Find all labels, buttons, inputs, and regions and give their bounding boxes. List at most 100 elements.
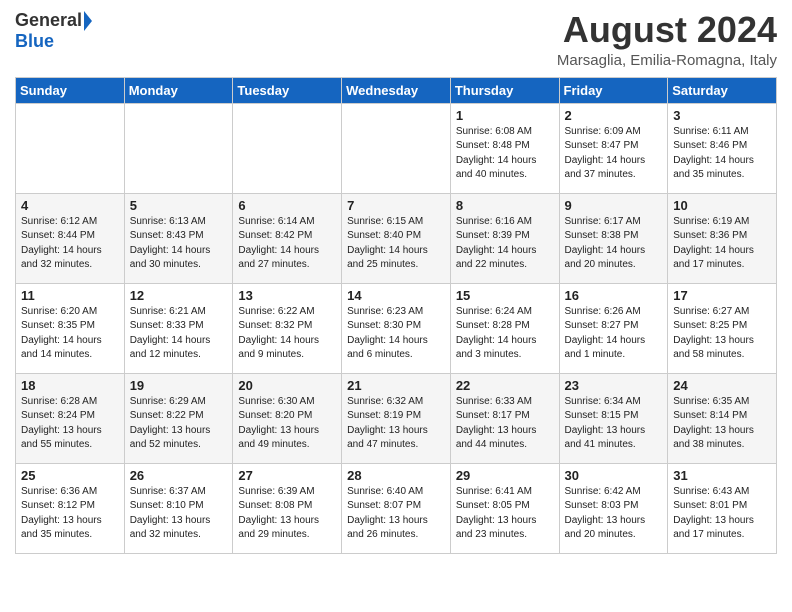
day-number: 14 — [347, 288, 445, 303]
day-info: Sunrise: 6:30 AM Sunset: 8:20 PM Dayligh… — [238, 395, 336, 453]
calendar-cell: 26 Sunrise: 6:37 AM Sunset: 8:10 PM Dayli… — [124, 463, 233, 553]
day-number: 2 — [565, 108, 663, 123]
logo-blue-text: Blue — [15, 31, 54, 52]
day-number: 15 — [456, 288, 554, 303]
calendar-cell: 2 Sunrise: 6:09 AM Sunset: 8:47 PM Daylig… — [559, 103, 668, 193]
day-number: 7 — [347, 198, 445, 213]
calendar-cell: 11 Sunrise: 6:20 AM Sunset: 8:35 PM Dayli… — [16, 283, 125, 373]
day-info: Sunrise: 6:41 AM Sunset: 8:05 PM Dayligh… — [456, 485, 554, 543]
day-info: Sunrise: 6:32 AM Sunset: 8:19 PM Dayligh… — [347, 395, 445, 453]
weekday-header-thursday: Thursday — [450, 77, 559, 103]
day-info: Sunrise: 6:11 AM Sunset: 8:46 PM Dayligh… — [673, 125, 771, 183]
day-number: 11 — [21, 288, 119, 303]
calendar-cell — [16, 103, 125, 193]
day-info: Sunrise: 6:36 AM Sunset: 8:12 PM Dayligh… — [21, 485, 119, 543]
day-info: Sunrise: 6:08 AM Sunset: 8:48 PM Dayligh… — [456, 125, 554, 183]
calendar-cell: 17Sunrise: 6:27 AM Sunset: 8:25 PM Dayli… — [668, 283, 777, 373]
calendar-cell: 8 Sunrise: 6:16 AM Sunset: 8:39 PM Daylig… — [450, 193, 559, 283]
day-info: Sunrise: 6:17 AM Sunset: 8:38 PM Dayligh… — [565, 215, 663, 273]
weekday-header-friday: Friday — [559, 77, 668, 103]
day-info: Sunrise: 6:29 AM Sunset: 8:22 PM Dayligh… — [130, 395, 228, 453]
calendar-cell: 31Sunrise: 6:43 AM Sunset: 8:01 PM Dayli… — [668, 463, 777, 553]
day-info: Sunrise: 6:37 AM Sunset: 8:10 PM Dayligh… — [130, 485, 228, 543]
day-number: 31 — [673, 468, 771, 483]
day-info: Sunrise: 6:39 AM Sunset: 8:08 PM Dayligh… — [238, 485, 336, 543]
day-number: 20 — [238, 378, 336, 393]
day-info: Sunrise: 6:12 AM Sunset: 8:44 PM Dayligh… — [21, 215, 119, 273]
day-number: 6 — [238, 198, 336, 213]
day-info: Sunrise: 6:13 AM Sunset: 8:43 PM Dayligh… — [130, 215, 228, 273]
calendar-cell: 3 Sunrise: 6:11 AM Sunset: 8:46 PM Daylig… — [668, 103, 777, 193]
calendar-cell — [233, 103, 342, 193]
calendar-cell: 6 Sunrise: 6:14 AM Sunset: 8:42 PM Daylig… — [233, 193, 342, 283]
day-info: Sunrise: 6:16 AM Sunset: 8:39 PM Dayligh… — [456, 215, 554, 273]
calendar-cell: 16 Sunrise: 6:26 AM Sunset: 8:27 PM Dayli… — [559, 283, 668, 373]
header: General Blue August 2024 Marsaglia, Emil… — [15, 10, 777, 69]
title-section: August 2024 Marsaglia, Emilia-Romagna, I… — [557, 10, 777, 69]
calendar-cell: 21Sunrise: 6:32 AM Sunset: 8:19 PM Dayli… — [342, 373, 451, 463]
day-number: 9 — [565, 198, 663, 213]
day-number: 28 — [347, 468, 445, 483]
day-number: 19 — [130, 378, 228, 393]
day-number: 1 — [456, 108, 554, 123]
calendar-cell: 24 Sunrise: 6:35 AM Sunset: 8:14 PM Dayli… — [668, 373, 777, 463]
calendar-cell: 29 Sunrise: 6:41 AM Sunset: 8:05 PM Dayli… — [450, 463, 559, 553]
month-title: August 2024 — [557, 10, 777, 50]
day-number: 24 — [673, 378, 771, 393]
day-info: Sunrise: 6:26 AM Sunset: 8:27 PM Dayligh… — [565, 305, 663, 363]
day-number: 23 — [565, 378, 663, 393]
location-title: Marsaglia, Emilia-Romagna, Italy — [557, 52, 777, 69]
calendar-cell: 15 Sunrise: 6:24 AM Sunset: 8:28 PM Dayli… — [450, 283, 559, 373]
day-info: Sunrise: 6:40 AM Sunset: 8:07 PM Dayligh… — [347, 485, 445, 543]
calendar-cell: 7 Sunrise: 6:15 AM Sunset: 8:40 PM Daylig… — [342, 193, 451, 283]
calendar-week-1: 1 Sunrise: 6:08 AM Sunset: 8:48 PM Daylig… — [16, 103, 777, 193]
calendar-cell: 1 Sunrise: 6:08 AM Sunset: 8:48 PM Daylig… — [450, 103, 559, 193]
calendar-cell: 9 Sunrise: 6:17 AM Sunset: 8:38 PM Daylig… — [559, 193, 668, 283]
day-info: Sunrise: 6:21 AM Sunset: 8:33 PM Dayligh… — [130, 305, 228, 363]
day-number: 25 — [21, 468, 119, 483]
day-number: 12 — [130, 288, 228, 303]
day-number: 17 — [673, 288, 771, 303]
calendar-week-3: 11 Sunrise: 6:20 AM Sunset: 8:35 PM Dayli… — [16, 283, 777, 373]
calendar-cell — [124, 103, 233, 193]
calendar-cell — [342, 103, 451, 193]
calendar-cell: 13Sunrise: 6:22 AM Sunset: 8:32 PM Dayli… — [233, 283, 342, 373]
weekday-header-monday: Monday — [124, 77, 233, 103]
calendar-cell: 5Sunrise: 6:13 AM Sunset: 8:43 PM Daylig… — [124, 193, 233, 283]
calendar-cell: 20 Sunrise: 6:30 AM Sunset: 8:20 PM Dayli… — [233, 373, 342, 463]
calendar-cell: 28 Sunrise: 6:40 AM Sunset: 8:07 PM Dayli… — [342, 463, 451, 553]
day-number: 22 — [456, 378, 554, 393]
weekday-header-wednesday: Wednesday — [342, 77, 451, 103]
calendar-cell: 10Sunrise: 6:19 AM Sunset: 8:36 PM Dayli… — [668, 193, 777, 283]
day-number: 27 — [238, 468, 336, 483]
weekday-header-sunday: Sunday — [16, 77, 125, 103]
day-info: Sunrise: 6:24 AM Sunset: 8:28 PM Dayligh… — [456, 305, 554, 363]
day-info: Sunrise: 6:35 AM Sunset: 8:14 PM Dayligh… — [673, 395, 771, 453]
day-info: Sunrise: 6:15 AM Sunset: 8:40 PM Dayligh… — [347, 215, 445, 273]
calendar-cell: 22 Sunrise: 6:33 AM Sunset: 8:17 PM Dayli… — [450, 373, 559, 463]
day-info: Sunrise: 6:22 AM Sunset: 8:32 PM Dayligh… — [238, 305, 336, 363]
day-number: 3 — [673, 108, 771, 123]
day-number: 8 — [456, 198, 554, 213]
day-info: Sunrise: 6:09 AM Sunset: 8:47 PM Dayligh… — [565, 125, 663, 183]
calendar-cell: 12 Sunrise: 6:21 AM Sunset: 8:33 PM Dayli… — [124, 283, 233, 373]
day-info: Sunrise: 6:14 AM Sunset: 8:42 PM Dayligh… — [238, 215, 336, 273]
calendar-week-2: 4Sunrise: 6:12 AM Sunset: 8:44 PM Daylig… — [16, 193, 777, 283]
day-info: Sunrise: 6:28 AM Sunset: 8:24 PM Dayligh… — [21, 395, 119, 453]
page: General Blue August 2024 Marsaglia, Emil… — [0, 0, 792, 569]
logo-arrow-icon — [84, 11, 92, 31]
day-number: 26 — [130, 468, 228, 483]
day-info: Sunrise: 6:19 AM Sunset: 8:36 PM Dayligh… — [673, 215, 771, 273]
calendar-cell: 25 Sunrise: 6:36 AM Sunset: 8:12 PM Dayli… — [16, 463, 125, 553]
day-info: Sunrise: 6:20 AM Sunset: 8:35 PM Dayligh… — [21, 305, 119, 363]
day-info: Sunrise: 6:33 AM Sunset: 8:17 PM Dayligh… — [456, 395, 554, 453]
day-number: 18 — [21, 378, 119, 393]
calendar-cell: 4Sunrise: 6:12 AM Sunset: 8:44 PM Daylig… — [16, 193, 125, 283]
calendar-week-4: 18 Sunrise: 6:28 AM Sunset: 8:24 PM Dayli… — [16, 373, 777, 463]
day-number: 16 — [565, 288, 663, 303]
day-number: 29 — [456, 468, 554, 483]
calendar-table: SundayMondayTuesdayWednesdayThursdayFrid… — [15, 77, 777, 554]
day-info: Sunrise: 6:34 AM Sunset: 8:15 PM Dayligh… — [565, 395, 663, 453]
weekday-header-saturday: Saturday — [668, 77, 777, 103]
calendar-cell: 30Sunrise: 6:42 AM Sunset: 8:03 PM Dayli… — [559, 463, 668, 553]
